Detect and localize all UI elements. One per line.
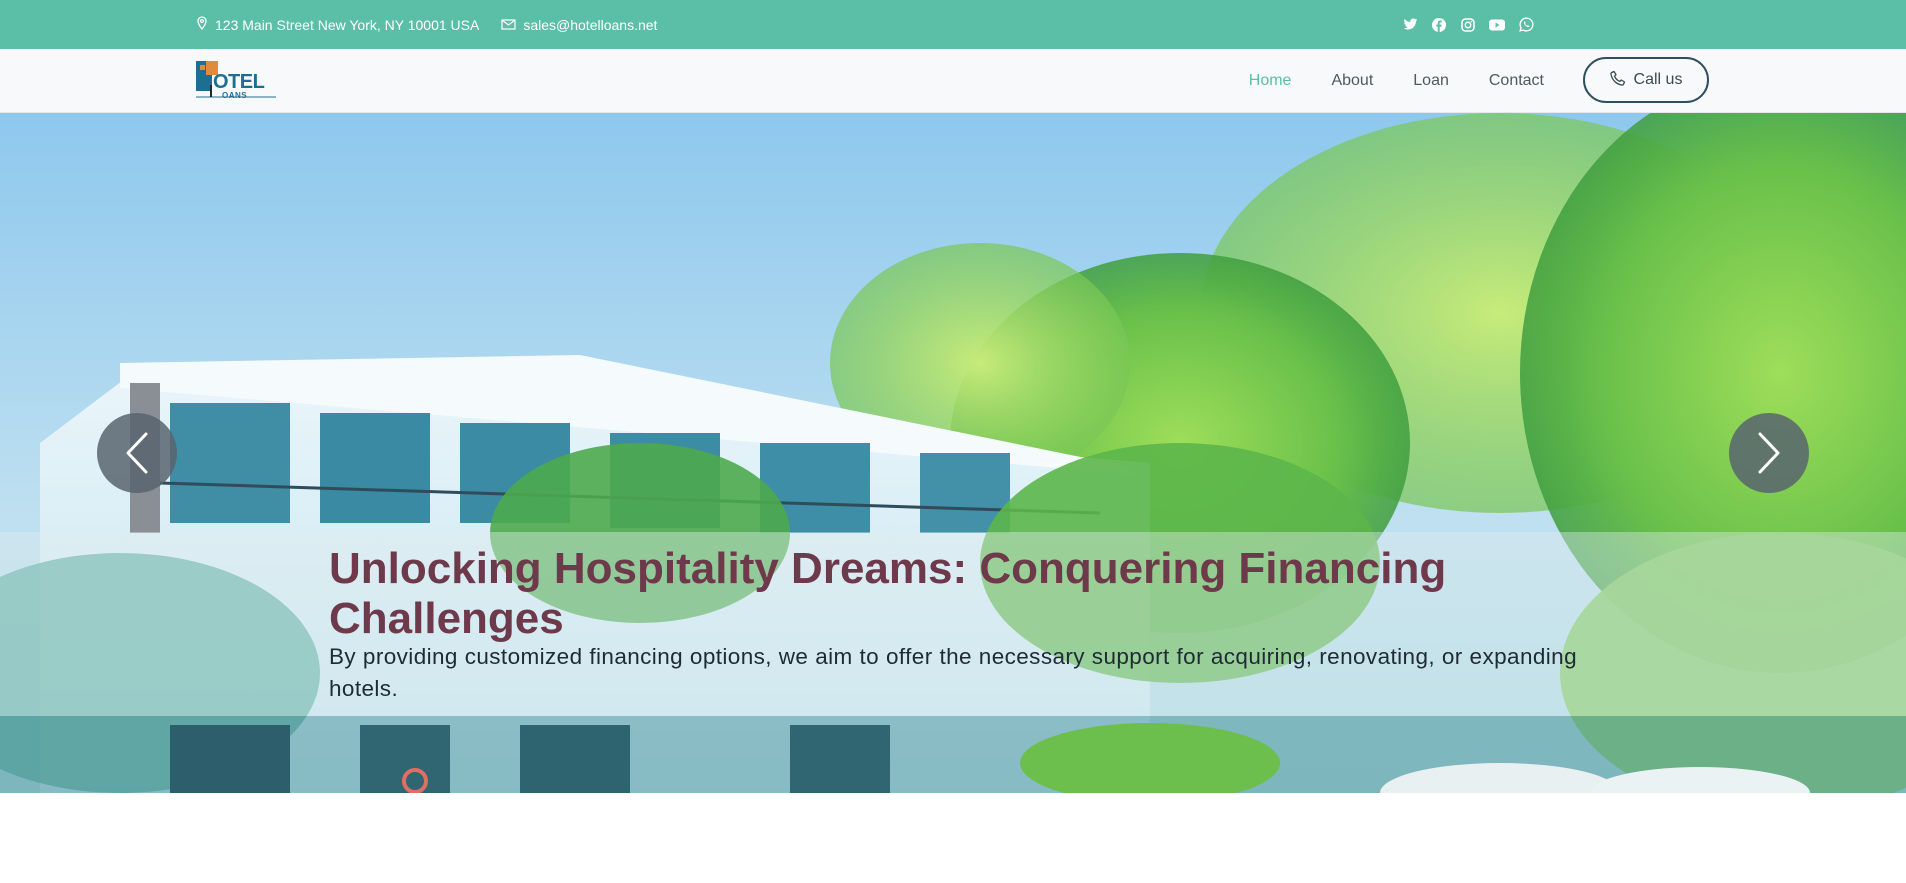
whatsapp-icon[interactable] (1518, 17, 1534, 33)
instagram-icon[interactable] (1460, 17, 1476, 33)
main-nav: Home About Loan Contact (1209, 49, 1544, 113)
phone-icon (1609, 70, 1626, 91)
twitter-icon[interactable] (1402, 17, 1418, 33)
call-us-button[interactable]: Call us (1583, 57, 1709, 103)
navbar: OTEL OANS Home About Loan Contact Call u… (0, 49, 1906, 113)
envelope-icon (501, 17, 516, 33)
location-pin-icon (196, 16, 208, 33)
chevron-right-icon (1758, 432, 1780, 474)
nav-about[interactable]: About (1331, 72, 1373, 90)
social-links (1402, 0, 1534, 49)
nav-loan[interactable]: Loan (1413, 72, 1449, 90)
hero-text: By providing customized financing option… (329, 644, 1577, 701)
nav-home[interactable]: Home (1249, 72, 1292, 90)
hero-title: Unlocking Hospitality Dreams: Conquering… (329, 544, 1447, 643)
call-us-label: Call us (1633, 71, 1683, 88)
nav-contact[interactable]: Contact (1489, 72, 1544, 90)
email[interactable]: sales@hotelloans.net (501, 17, 657, 33)
hero-slider: Unlocking Hospitality Dreams: Conquering… (0, 113, 1906, 793)
address-text: 123 Main Street New York, NY 10001 USA (215, 16, 480, 33)
logo[interactable]: OTEL OANS (196, 60, 278, 102)
chevron-left-icon (126, 432, 148, 474)
facebook-icon[interactable] (1431, 17, 1447, 33)
youtube-icon[interactable] (1489, 17, 1505, 33)
slider-prev-button[interactable] (97, 413, 177, 493)
slider-next-button[interactable] (1729, 413, 1809, 493)
email-text[interactable]: sales@hotelloans.net (523, 17, 657, 33)
hero-caption: Unlocking Hospitality Dreams: Conquering… (0, 532, 1906, 716)
contact-info: 123 Main Street New York, NY 10001 USA s… (196, 0, 657, 49)
logo-subtext: OANS (222, 91, 248, 100)
top-bar: 123 Main Street New York, NY 10001 USA s… (0, 0, 1906, 49)
address: 123 Main Street New York, NY 10001 USA (196, 16, 479, 33)
